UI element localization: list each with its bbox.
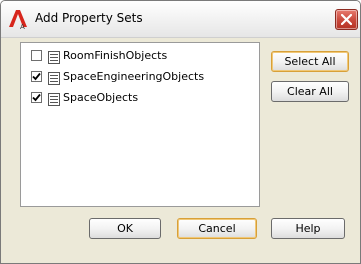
svg-text:A: A	[20, 23, 25, 30]
list-item-label: SpaceObjects	[63, 91, 139, 104]
property-set-icon	[48, 49, 60, 64]
checkmark-icon	[32, 93, 41, 102]
autocad-a-icon: A	[7, 8, 29, 31]
title-bar[interactable]: A Add Property Sets	[1, 1, 360, 38]
checkbox[interactable]	[31, 71, 42, 82]
ok-button[interactable]: OK	[89, 218, 161, 239]
help-button[interactable]: Help	[271, 218, 345, 239]
clear-all-button[interactable]: Clear All	[271, 81, 349, 102]
select-all-button[interactable]: Select All	[271, 51, 349, 72]
property-set-icon	[48, 91, 60, 106]
list-item-label: SpaceEngineeringObjects	[63, 70, 205, 83]
dialog-title: Add Property Sets	[35, 11, 143, 25]
checkmark-icon	[32, 72, 41, 81]
close-icon	[341, 14, 352, 25]
property-sets-list[interactable]: RoomFinishObjects SpaceEngineeringObject…	[20, 42, 260, 207]
close-button[interactable]	[335, 9, 358, 30]
cancel-button[interactable]: Cancel	[177, 218, 257, 239]
list-item[interactable]: RoomFinishObjects	[26, 47, 256, 65]
list-item[interactable]: SpaceEngineeringObjects	[26, 68, 256, 86]
list-item[interactable]: SpaceObjects	[26, 89, 256, 107]
checkbox[interactable]	[31, 92, 42, 103]
list-item-label: RoomFinishObjects	[63, 49, 168, 62]
add-property-sets-dialog: A Add Property Sets RoomFinishObjects Sp…	[0, 0, 361, 264]
checkbox[interactable]	[31, 50, 42, 61]
property-set-icon	[48, 70, 60, 85]
